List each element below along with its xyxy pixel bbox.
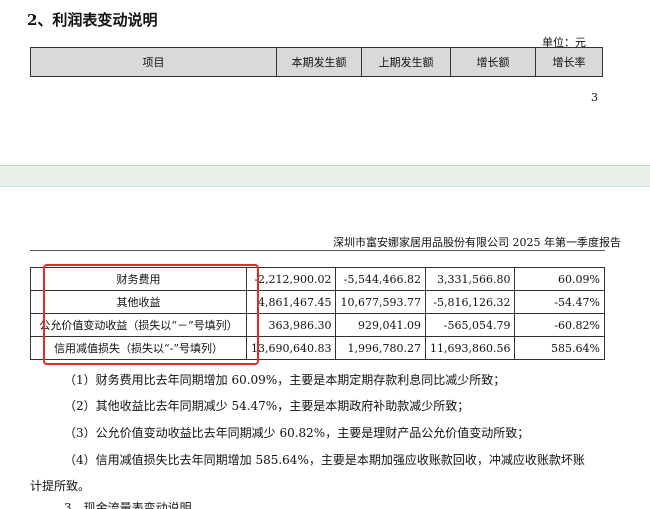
column-header-item: 项目: [30, 47, 277, 77]
row-previous: 10,677,593.77: [335, 290, 426, 314]
row-change: -5,816,126.32: [424, 290, 516, 314]
note-3: （3）公允价值变动收益比去年同期减少 60.82%，主要是理财产品公允价值变动所…: [64, 426, 530, 440]
next-section-title-partial: 3、现金流量表变动说明: [64, 501, 192, 509]
row-previous: 1,996,780.27: [335, 336, 426, 360]
row-current: 363,986.30: [245, 313, 337, 337]
page-separator: [0, 165, 650, 187]
row-previous: -5,544,466.82: [335, 267, 426, 291]
row-rate: 60.09%: [514, 267, 605, 291]
row-rate: -54.47%: [514, 290, 605, 314]
page-header: 深圳市富安娜家居用品股份有限公司 2025 年第一季度报告: [333, 236, 621, 249]
row-change: 3,331,566.80: [424, 267, 516, 291]
row-current: -2,212,900.02: [245, 267, 337, 291]
note-2: （2）其他收益比去年同期减少 54.47%，主要是本期政府补助款减少所致；: [64, 399, 470, 413]
row-change: 11,693,860.56: [424, 336, 516, 360]
note-4: （4）信用减值损失比去年同期增加 585.64%，主要是本期加强应收账款回收，冲…: [64, 453, 585, 467]
section-title: 2、利润表变动说明: [27, 11, 158, 29]
table-header: 项目 本期发生额 上期发生额 增长额 增长率: [30, 47, 603, 77]
row-current: 4,861,467.45: [245, 290, 337, 314]
column-header-change: 增长额: [450, 47, 536, 77]
note-4-continued: 计提所致。: [30, 479, 91, 493]
column-header-current: 本期发生额: [276, 47, 362, 77]
column-header-rate: 增长率: [535, 47, 603, 77]
row-rate: -60.82%: [514, 313, 605, 337]
row-previous: 929,041.09: [335, 313, 426, 337]
note-1: （1）财务费用比去年同期增加 60.09%，主要是本期定期存款利息同比减少所致；: [64, 373, 506, 387]
page-number: 3: [591, 91, 598, 104]
highlight-box: [43, 264, 259, 365]
row-current: 13,690,640.83: [245, 336, 337, 360]
header-rule: [30, 250, 605, 251]
column-header-previous: 上期发生额: [361, 47, 451, 77]
row-change: -565,054.79: [424, 313, 516, 337]
row-rate: 585.64%: [514, 336, 605, 360]
